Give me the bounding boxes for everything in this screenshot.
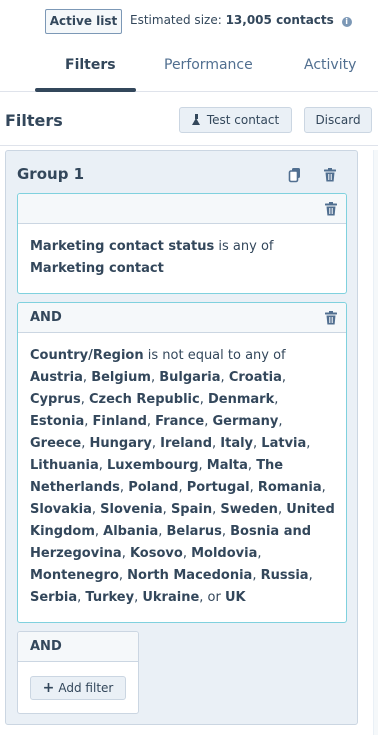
filter-value: Luxembourg	[107, 458, 199, 473]
estimated-size-label: Estimated size:	[130, 13, 222, 27]
filter-value: Moldovia	[191, 546, 258, 561]
filter-connector: AND	[30, 639, 62, 654]
tab-activity[interactable]: Activity	[304, 57, 356, 73]
filter-value: Albania	[103, 524, 159, 539]
plus-icon: +	[42, 680, 55, 696]
filter-connector: AND	[30, 310, 62, 325]
filter-operator: is not equal to any of	[147, 348, 286, 363]
filter-value: Croatia	[228, 370, 282, 385]
filter-value: Portugal	[186, 480, 250, 495]
filter-value: Poland	[128, 480, 179, 495]
active-list-badge: Active list	[45, 9, 122, 34]
filter-value: Montenegro	[30, 568, 119, 583]
filter-value: Turkey	[85, 590, 135, 605]
filter-value: Greece	[30, 436, 82, 451]
filter-operator: is any of	[218, 239, 274, 254]
filters-title: Filters	[5, 111, 63, 130]
filter-value: Lithuania	[30, 458, 99, 473]
trash-icon[interactable]	[323, 201, 339, 217]
filter-value: Malta	[206, 458, 248, 473]
estimated-size: Estimated size: 13,005 contacts i	[130, 13, 352, 27]
filter-description: Country/Region is not equal to any of Au…	[30, 345, 336, 609]
trash-icon[interactable]	[322, 167, 338, 183]
trash-icon[interactable]	[323, 310, 339, 326]
test-contact-button[interactable]: Test contact	[179, 107, 292, 133]
filter-value: Serbia	[30, 590, 78, 605]
filter-property: Marketing contact status	[30, 239, 215, 254]
filter-value: Czech Republic	[89, 392, 200, 407]
filter-value: Germany	[212, 414, 279, 429]
filter-card-header: AND	[18, 303, 346, 333]
add-filter-button[interactable]: + Add filter	[30, 676, 126, 700]
filter-value: Denmark	[208, 392, 275, 407]
test-contact-label: Test contact	[206, 113, 280, 127]
info-icon[interactable]: i	[341, 17, 352, 27]
filter-description: Marketing contact status is any of Marke…	[30, 236, 330, 280]
filter-value: Bulgaria	[159, 370, 221, 385]
filter-value: UK	[224, 590, 246, 605]
filter-value: Slovenia	[100, 502, 163, 517]
group-title: Group 1	[17, 165, 85, 183]
filter-value: Cyprus	[30, 392, 81, 407]
filter-value: Belarus	[166, 524, 222, 539]
filter-value: Finland	[92, 414, 147, 429]
filter-value: Italy	[220, 436, 254, 451]
filter-value: Estonia	[30, 414, 85, 429]
filter-property: Country/Region	[30, 348, 144, 363]
filter-value: Kosovo	[129, 546, 183, 561]
tab-filters[interactable]: Filters	[65, 57, 116, 73]
clone-icon[interactable]	[287, 167, 303, 183]
filter-value: Ireland	[160, 436, 212, 451]
filter-card-header	[18, 194, 346, 224]
filter-value: Marketing contact	[30, 261, 164, 276]
filter-group: Group 1 Marketing contact status is any …	[5, 150, 358, 725]
active-tab-indicator	[35, 88, 136, 92]
filter-value: Latvia	[261, 436, 307, 451]
filter-value: Belgium	[91, 370, 151, 385]
filter-value: North Macedonia	[127, 568, 253, 583]
filter-value: Spain	[170, 502, 213, 517]
filter-value: Austria	[30, 370, 83, 385]
filter-value: Sweden	[220, 502, 278, 517]
tab-performance[interactable]: Performance	[164, 57, 253, 73]
add-filter-block: AND + Add filter	[17, 631, 139, 714]
tab-bar: Filters Performance Activity	[0, 44, 378, 92]
filter-value: Russia	[260, 568, 309, 583]
filter-value: Ukraine	[142, 590, 200, 605]
add-filter-label: Add filter	[58, 681, 114, 695]
filter-value: France	[155, 414, 205, 429]
discard-button[interactable]: Discard	[304, 107, 372, 133]
filter-value-list: Austria, Belgium, Bulgaria, Croatia, Cyp…	[30, 370, 335, 605]
add-filter-block-header: AND	[18, 632, 138, 662]
list-header: Active list Estimated size: 13,005 conta…	[0, 0, 378, 44]
scrollbar[interactable]	[373, 150, 378, 735]
estimated-size-value: 13,005 contacts	[225, 13, 334, 27]
divider	[0, 145, 378, 146]
filter-value: Hungary	[89, 436, 152, 451]
filter-card[interactable]: Marketing contact status is any of Marke…	[17, 193, 347, 294]
flask-icon	[191, 114, 201, 125]
filter-card[interactable]: AND Country/Region is not equal to any o…	[17, 302, 347, 623]
filter-value: Romania	[257, 480, 322, 495]
filter-value: Slovakia	[30, 502, 92, 517]
